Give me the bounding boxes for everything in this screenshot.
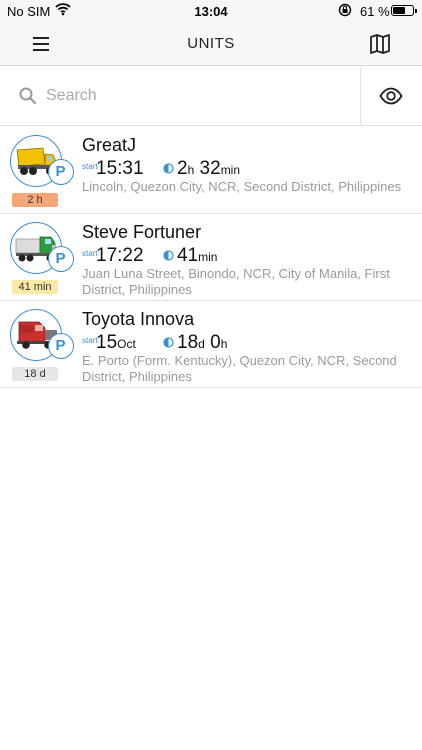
unit-name: GreatJ bbox=[82, 135, 137, 155]
status-bar: No SIM 13:04 61 % bbox=[0, 0, 422, 22]
unit-row[interactable]: P 2 h GreatJ start 15:31 2h 32min Lincol… bbox=[0, 127, 422, 214]
unit-address: Lincoln, Quezon City, NCR, Second Distri… bbox=[82, 179, 402, 194]
duration-unit: h bbox=[220, 337, 228, 351]
eye-icon bbox=[379, 87, 403, 105]
menu-button[interactable] bbox=[28, 33, 54, 55]
unit-address: E. Porto (Form. Kentucky), Quezon City, … bbox=[82, 353, 397, 384]
battery-icon bbox=[391, 5, 417, 16]
page-title: UNITS bbox=[187, 35, 235, 52]
map-button[interactable] bbox=[367, 31, 393, 57]
parked-letter: P bbox=[55, 250, 66, 267]
search-input[interactable] bbox=[46, 81, 346, 111]
nav-bar: UNITS bbox=[0, 22, 422, 66]
map-icon bbox=[370, 34, 390, 54]
start-time-value: 17:22 bbox=[96, 245, 144, 266]
start-time-unit: Oct bbox=[117, 337, 136, 351]
start-time: 15Oct bbox=[96, 332, 136, 354]
rotation-lock-icon bbox=[338, 3, 352, 20]
unit-list: P 2 h GreatJ start 15:31 2h 32min Lincol… bbox=[0, 127, 422, 388]
unit-name: Toyota Innova bbox=[82, 309, 195, 329]
duration-unit: d bbox=[198, 337, 205, 351]
parked-status-icon: P bbox=[48, 159, 74, 185]
start-time-value: 15:31 bbox=[96, 158, 144, 179]
search-icon bbox=[19, 87, 37, 105]
duration: 18d 0h bbox=[177, 332, 227, 354]
duration-icon bbox=[163, 163, 174, 174]
last-message-badge: 18 d bbox=[12, 367, 58, 381]
duration: 2h 32min bbox=[177, 158, 240, 180]
battery-percent: 61 % bbox=[360, 4, 390, 19]
parked-letter: P bbox=[55, 163, 66, 180]
start-time-value: 15 bbox=[96, 332, 118, 353]
duration-unit: min bbox=[220, 163, 241, 177]
parked-letter: P bbox=[55, 337, 66, 354]
duration-value: 32 bbox=[194, 158, 221, 179]
last-message-badge: 2 h bbox=[12, 193, 58, 207]
duration-unit: min bbox=[198, 250, 218, 264]
start-time: 15:31 bbox=[96, 158, 144, 180]
parked-status-icon: P bbox=[48, 333, 74, 359]
duration-value: 0 bbox=[204, 332, 221, 353]
visibility-toggle-button[interactable] bbox=[361, 67, 422, 126]
unit-address: Juan Luna Street, Binondo, NCR, City of … bbox=[82, 266, 390, 297]
duration-icon bbox=[163, 250, 174, 261]
duration-value: 41 bbox=[177, 245, 199, 266]
unit-row[interactable]: P 41 min Steve Fortuner start 17:22 41mi… bbox=[0, 214, 422, 301]
last-message-badge: 41 min bbox=[12, 280, 58, 294]
duration-value: 18 bbox=[177, 332, 199, 353]
start-time: 17:22 bbox=[96, 245, 144, 267]
clock: 13:04 bbox=[194, 4, 228, 19]
hamburger-menu-icon bbox=[33, 37, 49, 51]
search-bar bbox=[0, 67, 422, 126]
unit-row[interactable]: P 18 d Toyota Innova start 15Oct 18d 0h … bbox=[0, 301, 422, 388]
parked-status-icon: P bbox=[48, 246, 74, 272]
duration-icon bbox=[163, 337, 174, 348]
unit-name: Steve Fortuner bbox=[82, 222, 202, 242]
duration-value: 2 bbox=[177, 158, 188, 179]
duration: 41min bbox=[177, 245, 217, 267]
